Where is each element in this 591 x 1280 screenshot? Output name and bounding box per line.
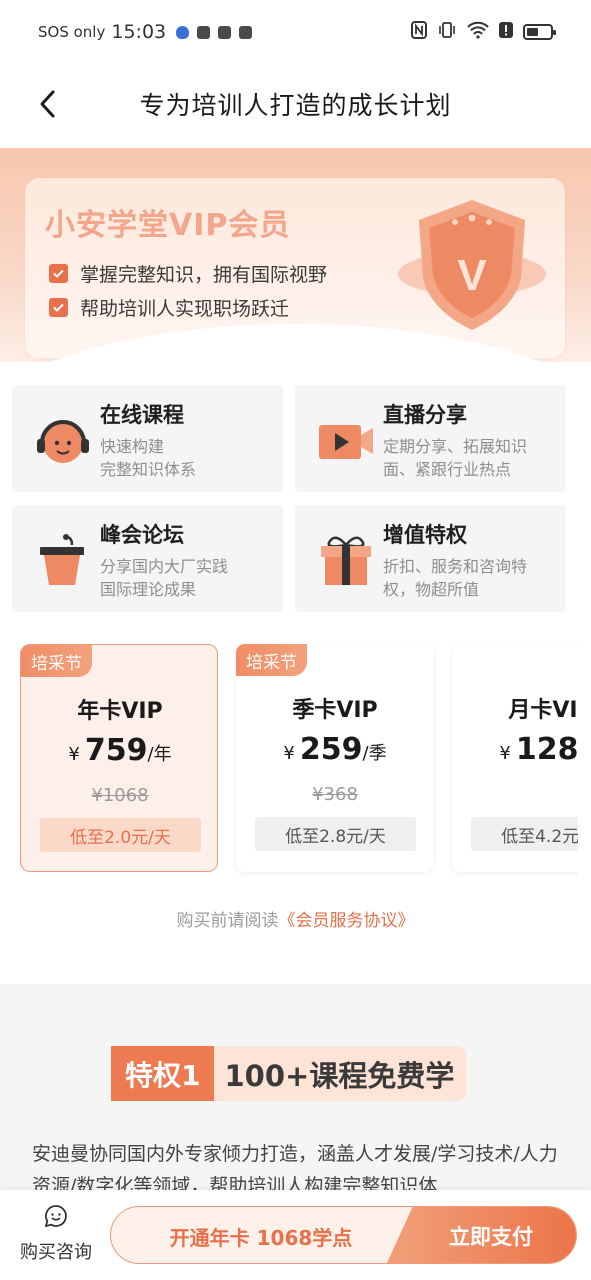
feature-summit-forum[interactable]: 峰会论坛 分享国内大厂实践 国际理论成果	[12, 505, 283, 612]
feature-desc: 分享国内大厂实践 国际理论成果	[100, 557, 229, 599]
wifi-icon	[467, 21, 489, 43]
nav-header: 专为培训人打造的成长计划	[0, 64, 591, 144]
agreement-notice: 购买前请阅读《会员服务协议》	[0, 906, 591, 931]
feature-title: 增值特权	[383, 523, 467, 547]
shield-notification-icon	[176, 25, 190, 39]
video-camera-icon	[319, 425, 373, 459]
plan-daily-price: 低至2.8元/天	[255, 817, 416, 851]
privilege-tag: 特权1	[111, 1046, 215, 1101]
privilege-title: 100+课程免费学	[214, 1046, 467, 1101]
feature-desc: 快速构建 完整知识体系	[100, 437, 197, 479]
feature-online-course[interactable]: 在线课程 快速构建 完整知识体系	[12, 385, 283, 492]
plan-original-price: ¥368	[312, 784, 358, 805]
podium-icon	[40, 534, 84, 585]
plan-price: ¥ 259/季	[283, 732, 387, 767]
pay-now-button[interactable]: 立即支付	[386, 1207, 576, 1263]
purchase-bar: 开通年卡 1068学点 立即支付	[110, 1206, 577, 1264]
chat-bubble-icon	[44, 1205, 67, 1228]
hero-bullet-2: 帮助培训人实现职场跃迁	[49, 294, 289, 321]
feature-desc: 定期分享、拓展知识 面、紧跟行业热点	[383, 437, 528, 479]
plan-card-annual[interactable]: 培采节 年卡VIP ¥ 759/年 ¥1068 低至2.0元/天	[20, 644, 218, 872]
back-button[interactable]	[30, 86, 66, 122]
clock: 15:03	[111, 21, 167, 43]
service-agreement-link[interactable]: 《会员服务协议》	[279, 911, 415, 931]
hero-bullet-text: 掌握完整知识，拥有国际视野	[80, 264, 328, 286]
plan-carousel[interactable]: 培采节 年卡VIP ¥ 759/年 ¥1068 低至2.0元/天 培采节 季卡V…	[0, 640, 578, 880]
open-annual-card-button[interactable]: 开通年卡 1068学点	[111, 1207, 411, 1263]
gift-icon	[321, 536, 371, 585]
plan-name: 年卡VIP	[77, 699, 163, 724]
promo-tag: 培采节	[21, 645, 92, 677]
hero-bullet-1: 掌握完整知识，拥有国际视野	[49, 260, 327, 287]
headset-mascot-icon	[37, 420, 89, 463]
plan-card-quarterly[interactable]: 培采节 季卡VIP ¥ 259/季 ¥368 低至2.8元/天	[236, 644, 434, 872]
battery-icon	[523, 24, 556, 40]
plan-daily-price: 低至4.2元/天	[471, 817, 578, 851]
consult-button[interactable]: 购买咨询	[14, 1204, 98, 1268]
feature-title: 在线课程	[100, 403, 184, 427]
checkbox-icon	[49, 298, 68, 317]
page-title: 专为培训人打造的成长计划	[139, 91, 452, 120]
feature-desc: 折扣、服务和咨询特 权，物超所值	[383, 557, 528, 599]
consult-label: 购买咨询	[20, 1242, 92, 1263]
plan-price: ¥ 759/年	[68, 733, 172, 768]
vip-shield-badge-icon: V	[398, 200, 546, 330]
hero-title: 小安学堂VIP会员	[45, 208, 291, 243]
notification-icons	[176, 25, 253, 39]
hero-bullet-text: 帮助培训人实现职场跃迁	[80, 298, 290, 320]
checkbox-icon	[49, 264, 68, 283]
link-notification-icon	[239, 25, 253, 39]
alert-icon	[499, 21, 513, 43]
feature-value-privilege[interactable]: 增值特权 折扣、服务和咨询特 权，物超所值	[295, 505, 566, 612]
svg-text:V: V	[457, 251, 487, 300]
feature-live-share[interactable]: 直播分享 定期分享、拓展知识 面、紧跟行业热点	[295, 385, 566, 492]
plan-original-price: ¥1068	[91, 785, 149, 806]
carrier-text: SOS only	[38, 23, 106, 41]
app-notification-icon	[197, 25, 211, 39]
vip-hero-banner: 小安学堂VIP会员 掌握完整知识，拥有国际视野 帮助培训人实现职场跃迁 V	[0, 148, 591, 362]
chevron-left-icon	[40, 90, 55, 118]
agreement-prefix: 购买前请阅读	[176, 911, 279, 931]
plan-card-monthly[interactable]: 月卡VIP ¥ 128/月 低至4.2元/天	[452, 644, 578, 872]
plan-name: 季卡VIP	[292, 698, 378, 723]
pay-now-label: 立即支付	[449, 1225, 533, 1249]
bottom-action-bar: 购买咨询 开通年卡 1068学点 立即支付	[0, 1190, 591, 1280]
feature-title: 直播分享	[383, 403, 467, 427]
privilege-heading: 特权1 100+课程免费学	[111, 1046, 467, 1101]
plan-daily-price: 低至2.0元/天	[40, 818, 201, 852]
feature-title: 峰会论坛	[100, 523, 184, 547]
vibrate-icon	[437, 21, 457, 43]
system-icons	[411, 0, 556, 64]
nfc-icon	[411, 21, 427, 43]
promo-tag: 培采节	[236, 644, 307, 676]
plan-name: 月卡VIP	[508, 698, 578, 723]
penguin-notification-icon	[218, 25, 232, 39]
plan-price: ¥ 128/月	[499, 732, 578, 767]
